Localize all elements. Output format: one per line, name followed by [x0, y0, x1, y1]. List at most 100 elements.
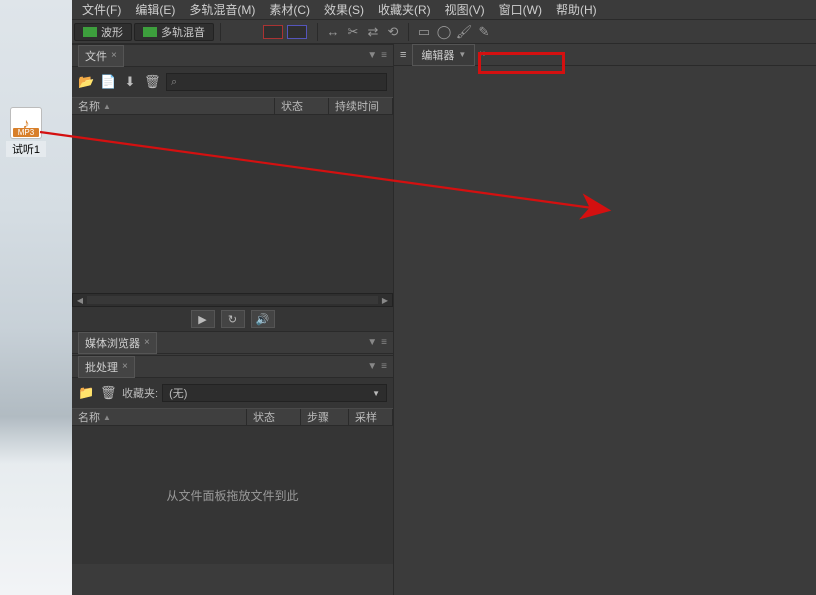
favorites-label: 收藏夹:	[122, 385, 158, 401]
tool-lasso-icon[interactable]: ◯	[435, 23, 453, 41]
menu-file[interactable]: 文件(F)	[76, 0, 127, 20]
batch-col-sample[interactable]: 采样	[349, 409, 393, 425]
tool-razor-icon[interactable]: ✂	[344, 23, 362, 41]
main-toolbar: 波形 多轨混音 ↔ ✂ ⇄ ⟲ ▭ ◯ 🖌 ✎	[72, 20, 816, 44]
close-icon[interactable]: ×	[122, 361, 128, 372]
chevron-down-icon: ▼	[372, 389, 380, 398]
media-browser-tab-label: 媒体浏览器	[85, 335, 140, 351]
workspace: 文件 × ▼ ≡ 📂 📄 ⬇ 🗑 ⌕	[72, 44, 816, 595]
desktop-background: ♪ MP3 试听1	[0, 0, 72, 595]
file-type-badge: MP3	[13, 128, 39, 137]
import-icon[interactable]: ⬇	[122, 74, 138, 90]
files-col-status[interactable]: 状态	[275, 98, 329, 114]
mode-waveform-label: 波形	[101, 24, 123, 40]
files-search-field[interactable]: ⌕	[166, 73, 387, 91]
folder-icon[interactable]: 📁	[78, 385, 94, 401]
editor-tab[interactable]: 编辑器 ▼	[412, 44, 475, 66]
mode-waveform[interactable]: 波形	[74, 23, 132, 41]
batch-tab-label: 批处理	[85, 359, 118, 375]
batch-toolbar: 📁 🗑 收藏夹: (无) ▼	[78, 382, 387, 404]
files-hscrollbar[interactable]: ◀ ▶	[72, 293, 393, 307]
trash-icon[interactable]: 🗑	[144, 74, 160, 90]
files-col-name[interactable]: 名称 ▲	[72, 98, 275, 114]
menu-view[interactable]: 视图(V)	[439, 0, 491, 20]
loop-button[interactable]: ↻	[221, 310, 245, 328]
application-window: 文件(F) 编辑(E) 多轨混音(M) 素材(C) 效果(S) 收藏夹(R) 视…	[72, 0, 816, 595]
media-browser-header: 媒体浏览器 × ▼ ≡	[72, 332, 393, 354]
batch-col-step[interactable]: 步骤	[301, 409, 349, 425]
batch-col-name[interactable]: 名称 ▲	[72, 409, 247, 425]
files-toolbar: 📂 📄 ⬇ 🗑 ⌕	[78, 71, 387, 93]
files-panel-body: 📂 📄 ⬇ 🗑 ⌕	[72, 67, 393, 97]
chevron-down-icon[interactable]: ▼	[367, 337, 377, 348]
menu-help[interactable]: 帮助(H)	[550, 0, 603, 20]
tool-time-icon[interactable]: ⟲	[384, 23, 402, 41]
files-search-input[interactable]	[181, 76, 382, 88]
tool-brush-icon[interactable]: 🖌	[455, 23, 473, 41]
menu-effects[interactable]: 效果(S)	[318, 0, 370, 20]
editor-tabrow: ≡ 编辑器 ▼ ×	[394, 44, 816, 66]
waveform-glyph-icon	[83, 27, 97, 37]
batch-panel: 批处理 × ▼ ≡ 📁 🗑 收藏夹: (无)	[72, 355, 393, 564]
tool-heal-icon[interactable]: ✎	[475, 23, 493, 41]
new-file-icon[interactable]: 📄	[100, 74, 116, 90]
mode-multitrack-label: 多轨混音	[161, 24, 205, 40]
panel-menu-icon[interactable]: ≡	[400, 49, 406, 61]
editor-tab-label: 编辑器	[421, 47, 454, 63]
scroll-right-icon[interactable]: ▶	[380, 295, 390, 305]
tool-slip-icon[interactable]: ⇄	[364, 23, 382, 41]
batch-col-status[interactable]: 状态	[247, 409, 301, 425]
scrollbar-track[interactable]	[87, 296, 378, 304]
chevron-down-icon[interactable]: ▼	[367, 361, 377, 372]
chevron-down-icon[interactable]: ▼	[367, 50, 377, 61]
desktop-file-label: 试听1	[6, 141, 46, 157]
files-col-duration[interactable]: 持续时间	[329, 98, 393, 114]
toolbar-separator	[408, 23, 409, 41]
files-list-empty	[72, 115, 393, 293]
tool-marquee-icon[interactable]: ▭	[415, 23, 433, 41]
sort-asc-icon: ▲	[103, 413, 111, 422]
panel-menu-icon[interactable]: ≡	[381, 337, 387, 348]
files-action-bar: ▶ ↻ 🔊	[72, 307, 393, 331]
batch-drop-zone[interactable]: 从文件面板拖放文件到此	[72, 426, 393, 564]
files-column-header: 名称 ▲ 状态 持续时间	[72, 97, 393, 115]
multitrack-glyph-icon	[143, 27, 157, 37]
batch-column-header: 名称 ▲ 状态 步骤 采样	[72, 408, 393, 426]
chevron-down-icon: ▼	[458, 50, 466, 59]
panel-menu-icon[interactable]: ≡	[381, 50, 387, 61]
toolbar-separator	[220, 23, 221, 41]
trash-icon[interactable]: 🗑	[100, 385, 116, 401]
close-icon[interactable]: ×	[111, 50, 117, 61]
panel-menu-icon[interactable]: ≡	[381, 361, 387, 372]
close-icon[interactable]: ×	[479, 49, 485, 60]
menu-edit[interactable]: 编辑(E)	[129, 0, 181, 20]
menu-favorites[interactable]: 收藏夹(R)	[372, 0, 437, 20]
files-panel: 文件 × ▼ ≡ 📂 📄 ⬇ 🗑 ⌕	[72, 44, 393, 331]
scroll-left-icon[interactable]: ◀	[75, 295, 85, 305]
favorites-select[interactable]: (无) ▼	[162, 384, 387, 402]
sort-asc-icon: ▲	[103, 102, 111, 111]
batch-tab[interactable]: 批处理 ×	[78, 356, 135, 378]
menu-clip[interactable]: 素材(C)	[263, 0, 316, 20]
toolbar-separator	[317, 23, 318, 41]
tool-move-icon[interactable]: ↔	[324, 23, 342, 41]
menu-window[interactable]: 窗口(W)	[493, 0, 548, 20]
folder-open-icon[interactable]: 📂	[78, 74, 94, 90]
files-tab-label: 文件	[85, 48, 107, 64]
media-browser-tab[interactable]: 媒体浏览器 ×	[78, 332, 157, 354]
editor-empty-area[interactable]	[394, 66, 816, 595]
right-column: ≡ 编辑器 ▼ ×	[394, 44, 816, 595]
autoplay-button[interactable]: 🔊	[251, 310, 275, 328]
menu-multitrack[interactable]: 多轨混音(M)	[183, 0, 261, 20]
files-panel-header: 文件 × ▼ ≡	[72, 45, 393, 67]
close-icon[interactable]: ×	[144, 337, 150, 348]
files-tab[interactable]: 文件 ×	[78, 45, 124, 67]
mp3-file-icon: ♪ MP3	[10, 107, 42, 139]
favorites-value: (无)	[169, 385, 187, 401]
desktop-file-mp3[interactable]: ♪ MP3 试听1	[6, 107, 46, 157]
play-button[interactable]: ▶	[191, 310, 215, 328]
mode-multitrack[interactable]: 多轨混音	[134, 23, 214, 41]
batch-drop-hint: 从文件面板拖放文件到此	[166, 487, 298, 504]
batch-panel-body: 📁 🗑 收藏夹: (无) ▼	[72, 378, 393, 408]
media-browser-panel: 媒体浏览器 × ▼ ≡	[72, 331, 393, 355]
